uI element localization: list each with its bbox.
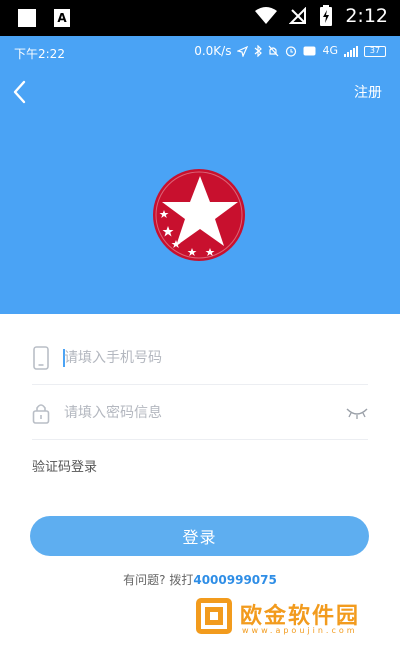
wifi-icon [255,7,278,24]
network-type: 4G [322,44,338,57]
hd-icon [303,46,316,56]
site-watermark: 欧金软件园 www.apoujin.com [194,596,390,640]
a-box-icon: A [54,9,70,27]
watermark-logo-icon [196,598,232,634]
notification-square-icon [18,9,36,27]
system-status-bar: A 2:12 [0,0,400,36]
password-input[interactable] [64,400,334,426]
battery-level: 37 [364,45,386,57]
help-text: 有问题? 拨打 [123,573,194,587]
sms-code-login-link[interactable]: 验证码登录 [32,456,97,475]
signal-icon [344,45,358,57]
header-banner: 下午2:22 0.0K/s 4G 37 注册 [0,36,400,314]
no-signal-icon [289,7,307,24]
help-line: 有问题? 拨打4000999075 [0,571,400,588]
chevron-left-icon [13,80,26,104]
watermark-subtext: www.apoujin.com [242,626,358,635]
help-phone-link[interactable]: 4000999075 [193,573,277,587]
login-button[interactable]: 登录 [30,516,369,556]
location-icon [237,45,249,57]
password-field-row [32,388,368,440]
alarm-icon [286,46,297,57]
phone-input[interactable] [64,345,334,371]
register-link[interactable]: 注册 [354,82,382,102]
network-speed: 0.0K/s [194,44,232,58]
app-status-bar: 下午2:22 0.0K/s 4G 37 [0,36,400,66]
eye-closed-icon[interactable] [346,406,368,420]
phone-icon [33,346,49,370]
lock-icon [32,404,50,424]
red-star-logo [153,169,245,261]
bluetooth-icon [255,45,263,57]
battery-charging-icon [320,5,333,26]
phone-field-row [32,333,368,385]
system-clock: 2:12 [345,5,388,27]
mute-icon [269,45,279,57]
status-time: 下午2:22 [14,47,65,61]
back-button[interactable] [8,78,32,106]
